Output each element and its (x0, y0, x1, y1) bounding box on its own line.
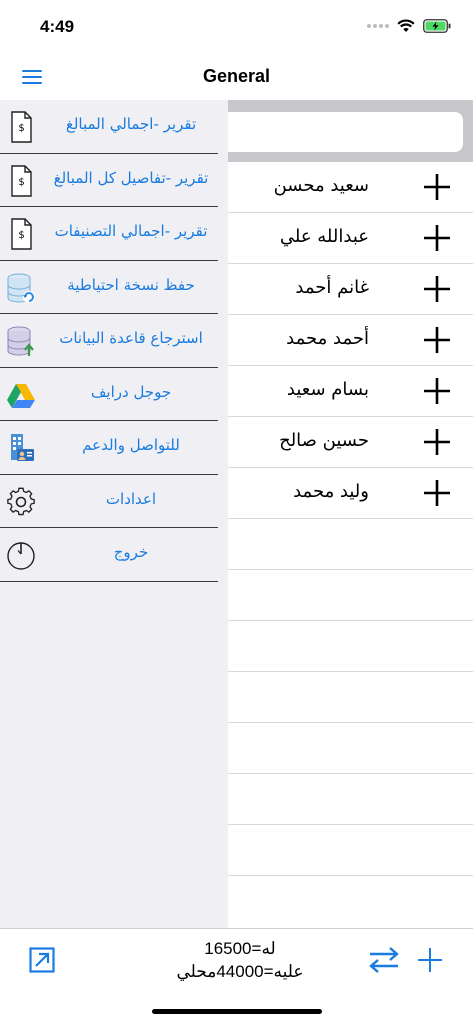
status-bar: 4:49 (0, 0, 473, 58)
drawer-item-amount-details-report[interactable]: $ تقرير -تفاصيل كل المبالغ (0, 154, 218, 207)
account-name: غانم أحمد (295, 277, 369, 298)
open-external-icon[interactable] (29, 947, 55, 973)
database-backup-icon (7, 273, 35, 303)
add-transaction-icon[interactable] (423, 428, 451, 456)
empty-list-row (228, 774, 473, 825)
list-item[interactable]: أحمد محمد (228, 315, 473, 366)
page-title: General (202, 66, 271, 86)
swap-arrows-icon[interactable] (368, 945, 400, 975)
empty-list-row (228, 621, 473, 672)
credit-total: له=16500 (204, 939, 276, 958)
list-item[interactable]: عبدالله علي (228, 213, 473, 264)
list-item[interactable]: وليد محمد (228, 468, 473, 519)
app-screen: 4:49 General سعيد محسن عبدالله علي غانم … (0, 0, 473, 1024)
list-item[interactable]: غانم أحمد (228, 264, 473, 315)
drawer-item-google-drive[interactable]: جوجل درايف (0, 368, 218, 421)
wifi-icon (397, 19, 415, 32)
accounts-list: سعيد محسن عبدالله علي غانم أحمد أحمد محم… (228, 162, 473, 876)
cellular-signal-icon (367, 23, 389, 29)
search-bar (228, 100, 473, 162)
svg-text:$: $ (18, 230, 24, 241)
list-item[interactable]: سعيد محسن (228, 162, 473, 213)
add-transaction-icon[interactable] (423, 326, 451, 354)
svg-text:$: $ (18, 123, 24, 134)
list-item[interactable]: بسام سعيد (228, 366, 473, 417)
status-icons (367, 19, 451, 33)
svg-text:$: $ (18, 177, 24, 188)
database-restore-icon (7, 326, 34, 356)
account-name: سعيد محسن (273, 175, 369, 196)
add-transaction-icon[interactable] (423, 479, 451, 507)
search-input[interactable] (228, 112, 463, 152)
account-name: حسين صالح (279, 430, 369, 451)
plus-icon[interactable] (417, 947, 443, 973)
drawer-item-label: للتواصل والدعم (82, 436, 180, 454)
empty-list-row (228, 570, 473, 621)
drawer-item-label: تقرير -اجمالي التصنيفات (54, 222, 208, 240)
drawer-item-label: خروج (113, 543, 149, 561)
list-item[interactable]: حسين صالح (228, 417, 473, 468)
report-document-icon: $ (11, 164, 32, 197)
debit-total: عليه=44000محلي (176, 962, 304, 981)
report-document-icon: $ (11, 111, 32, 143)
add-transaction-icon[interactable] (423, 224, 451, 252)
contact-card-icon (11, 434, 34, 461)
bottom-toolbar: له=16500 عليه=44000محلي (0, 928, 473, 1024)
account-name: وليد محمد (293, 481, 369, 502)
side-drawer: $ تقرير -اجمالي المبالغ $ تقرير -تفاصيل … (0, 100, 228, 928)
drawer-item-label: استرجاع قاعدة البيانات (59, 329, 203, 347)
power-icon (7, 542, 35, 570)
add-transaction-icon[interactable] (423, 275, 451, 303)
report-document-icon: $ (11, 218, 32, 250)
main-content: سعيد محسن عبدالله علي غانم أحمد أحمد محم… (228, 100, 473, 928)
empty-list-row (228, 519, 473, 570)
drawer-item-label: جوجل درايف (90, 382, 172, 401)
empty-list-row (228, 723, 473, 774)
drawer-item-label: حفظ نسخة احتياطية (67, 275, 195, 294)
empty-list-row (228, 672, 473, 723)
drawer-item-logout[interactable]: خروج (0, 528, 218, 582)
gear-icon (7, 487, 35, 515)
navigation-bar: General (0, 58, 473, 100)
drawer-item-total-amounts-report[interactable]: $ تقرير -اجمالي المبالغ (0, 100, 218, 154)
empty-list-row (228, 825, 473, 876)
account-name: أحمد محمد (286, 328, 369, 349)
home-indicator (152, 1009, 322, 1014)
account-name: بسام سعيد (286, 379, 369, 400)
account-name: عبدالله علي (279, 226, 369, 247)
google-drive-icon (7, 383, 35, 408)
drawer-item-categories-report[interactable]: $ تقرير -اجمالي التصنيفات (0, 207, 218, 261)
drawer-item-settings[interactable]: اعدادات (0, 475, 218, 528)
drawer-item-label: تقرير -تفاصيل كل المبالغ (53, 168, 209, 187)
add-transaction-icon[interactable] (423, 377, 451, 405)
drawer-item-backup[interactable]: حفظ نسخة احتياطية (0, 261, 218, 314)
battery-charging-icon (423, 19, 451, 33)
drawer-item-label: اعدادات (105, 489, 157, 508)
status-time: 4:49 (40, 17, 75, 36)
drawer-item-restore-database[interactable]: استرجاع قاعدة البيانات (0, 314, 218, 368)
drawer-item-contact-support[interactable]: للتواصل والدعم (0, 421, 218, 475)
drawer-item-label: تقرير -اجمالي المبالغ (65, 115, 197, 133)
add-transaction-icon[interactable] (423, 173, 451, 201)
